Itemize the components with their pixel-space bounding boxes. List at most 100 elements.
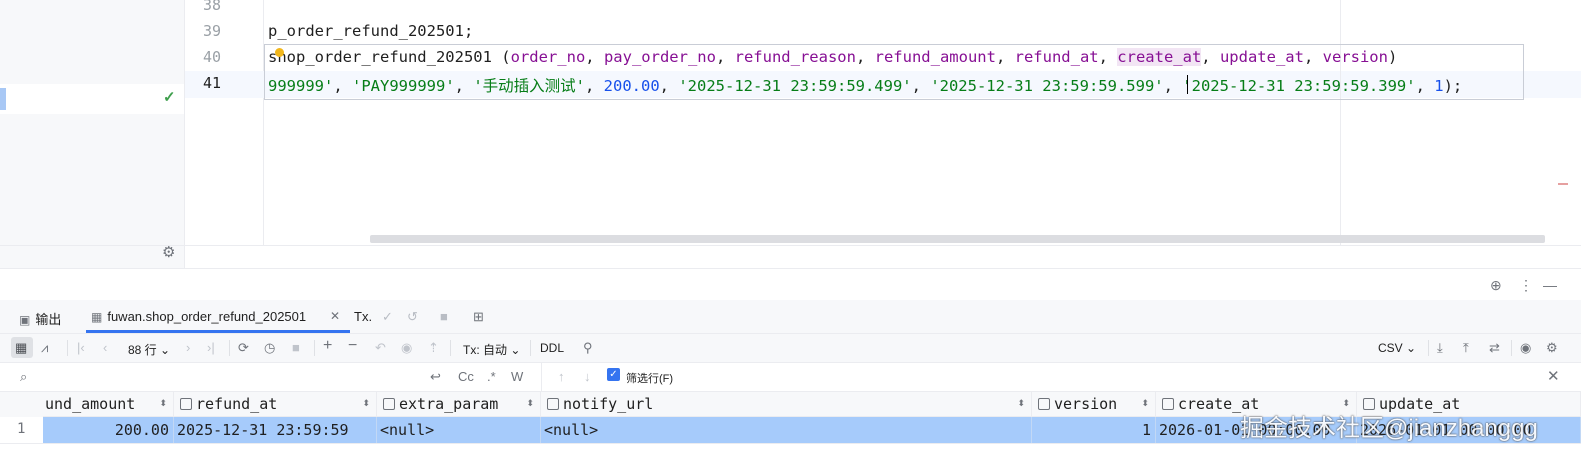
active-tab-indicator xyxy=(86,330,350,333)
cell-value: 2025-12-31 23:59:59 xyxy=(177,421,349,439)
search-icon: ⌕ xyxy=(20,369,28,384)
tab-output[interactable]: ▣ 输出 xyxy=(19,309,61,328)
column-header[interactable]: notify_url ⬍ xyxy=(541,392,1032,417)
column-header[interactable]: und_amount ⬍ xyxy=(43,392,174,417)
filter-rows-checkbox[interactable]: ✓ xyxy=(607,368,620,381)
chevron-down-icon: ⌄ xyxy=(160,343,171,357)
regex-toggle[interactable]: .* xyxy=(487,369,496,384)
column-header[interactable]: refund_at ⬍ xyxy=(174,392,377,417)
column-name: refund_at xyxy=(196,395,278,413)
table-cell[interactable]: 2025-12-31 23:59:59 xyxy=(174,417,377,443)
divider xyxy=(541,363,542,391)
column-header[interactable]: version ⬍ xyxy=(1032,392,1156,417)
column-name: notify_url xyxy=(563,395,654,413)
chevron-down-icon: ⌄ xyxy=(1406,341,1417,355)
line-number: 39 xyxy=(203,22,222,40)
close-icon[interactable]: ✕ xyxy=(1547,367,1560,385)
wrap-icon[interactable]: ↩ xyxy=(430,369,441,385)
arrow-down-icon[interactable]: ↓ xyxy=(584,369,591,384)
match-case-toggle[interactable]: Cc xyxy=(458,369,474,384)
row-number-cell[interactable]: 1 xyxy=(0,417,43,443)
submit-icon[interactable]: ⇡ xyxy=(428,340,439,356)
transaction-mode-selector[interactable]: Tx: 自动 ⌄ xyxy=(463,341,520,358)
tab-label: Tx. xyxy=(354,309,373,324)
divider xyxy=(0,245,1581,246)
pin-icon[interactable]: ⚲ xyxy=(583,340,593,356)
check-icon: ✓ xyxy=(163,89,176,106)
revert-icon[interactable]: ↶ xyxy=(375,340,386,356)
chart-view-icon[interactable]: ⩘ xyxy=(41,340,48,356)
cell-value: 200.00 xyxy=(114,421,169,439)
stop-icon[interactable]: ■ xyxy=(292,340,300,355)
tab-table-result[interactable]: ▦ fuwan.shop_order_refund_202501 xyxy=(91,309,306,324)
gear-icon[interactable]: ⚙ xyxy=(1546,340,1558,356)
table-cell[interactable]: 200.00 xyxy=(43,417,174,443)
code-line-39[interactable]: p_order_refund_202501; xyxy=(268,22,473,40)
whole-word-toggle[interactable]: W xyxy=(511,369,523,384)
tab-label: fuwan.shop_order_refund_202501 xyxy=(107,309,307,324)
sort-icon[interactable]: ⬍ xyxy=(362,398,370,409)
transaction-mode: Tx: 自动 xyxy=(463,343,507,357)
minimize-icon[interactable]: — xyxy=(1543,277,1557,293)
compare-icon[interactable]: ⇄ xyxy=(1489,340,1500,356)
sort-icon[interactable]: ⬍ xyxy=(1017,398,1025,409)
sort-icon[interactable]: ⬍ xyxy=(526,398,534,409)
target-icon[interactable]: ⊕ xyxy=(1490,277,1502,294)
result-toolbar: ▦ ⩘ |‹ ‹ 88 行 ⌄ › ›| ⟳ ◷ ■ + − ↶ ◉ ⇡ Tx:… xyxy=(0,334,1581,363)
first-page-icon[interactable]: |‹ xyxy=(77,340,85,355)
divider xyxy=(450,340,451,356)
column-name: version xyxy=(1054,395,1118,413)
next-page-icon[interactable]: › xyxy=(186,340,190,355)
ddl-button[interactable]: DDL xyxy=(540,341,564,355)
arrow-up-icon[interactable]: ↑ xyxy=(558,369,565,384)
row-count-selector[interactable]: 88 行 ⌄ xyxy=(128,341,170,358)
horizontal-scrollbar[interactable] xyxy=(370,235,1545,243)
table-row xyxy=(0,443,1581,458)
row-number: 1 xyxy=(17,421,26,437)
cell-value: <null> xyxy=(544,421,599,439)
sql-editor[interactable]: ✓ ⚙ 38 39 40 41 p_order_refund_202501; s… xyxy=(0,0,1581,268)
add-row-icon[interactable]: + xyxy=(323,337,332,355)
watermark: 掘金技术社区@jianzhanggg xyxy=(1240,415,1538,442)
code-text: p_order_refund_202501; xyxy=(268,22,474,40)
column-icon xyxy=(383,398,395,410)
table-cell[interactable]: <null> xyxy=(541,417,1032,443)
last-page-icon[interactable]: ›| xyxy=(207,340,215,355)
more-options-icon[interactable]: ⋮ xyxy=(1519,277,1533,294)
results-tab-bar: ▣ 输出 ▦ fuwan.shop_order_refund_202501 ✕ Tx… xyxy=(0,300,1581,334)
table-cell[interactable]: <null> xyxy=(377,417,541,443)
tab-label: 输出 xyxy=(35,312,62,327)
eye-icon[interactable]: ◉ xyxy=(1520,340,1531,356)
upload-icon[interactable]: ⤒ xyxy=(1463,340,1469,356)
close-icon[interactable]: ✕ xyxy=(330,309,340,323)
text-caret xyxy=(1187,75,1188,94)
row-count: 88 行 xyxy=(128,343,157,357)
selected-tree-row[interactable] xyxy=(0,84,184,114)
refresh-icon[interactable]: ⟳ xyxy=(238,340,249,356)
stop-icon[interactable]: ■ xyxy=(440,309,448,324)
delete-row-icon[interactable]: − xyxy=(348,337,357,355)
table-cell[interactable]: 1 xyxy=(1032,417,1156,443)
export-format-selector[interactable]: CSV ⌄ xyxy=(1378,341,1416,355)
sort-icon[interactable]: ⬍ xyxy=(1141,398,1149,409)
line-number: 40 xyxy=(203,48,222,66)
view-changes-icon[interactable]: ◉ xyxy=(401,340,412,356)
divider xyxy=(1511,340,1512,356)
divider xyxy=(530,340,531,356)
search-input[interactable] xyxy=(40,367,424,387)
history-icon[interactable]: ◷ xyxy=(264,340,275,356)
column-header[interactable]: extra_param ⬍ xyxy=(377,392,541,417)
column-name: und_amount xyxy=(45,395,136,413)
previous-page-icon[interactable]: ‹ xyxy=(103,340,107,355)
rollback-icon[interactable]: ↺ xyxy=(407,309,418,325)
selected-tree-marker xyxy=(0,88,6,110)
download-icon[interactable]: ⤓ xyxy=(1437,340,1443,356)
lightbulb-icon[interactable] xyxy=(275,48,284,57)
layout-icon[interactable]: ⊞ xyxy=(473,309,484,325)
sort-icon[interactable]: ⬍ xyxy=(159,398,167,409)
export-format: CSV xyxy=(1378,341,1403,355)
tab-transaction[interactable]: Tx. xyxy=(354,309,372,324)
column-icon xyxy=(547,398,559,410)
column-icon xyxy=(1162,398,1174,410)
commit-icon[interactable]: ✓ xyxy=(382,309,393,325)
